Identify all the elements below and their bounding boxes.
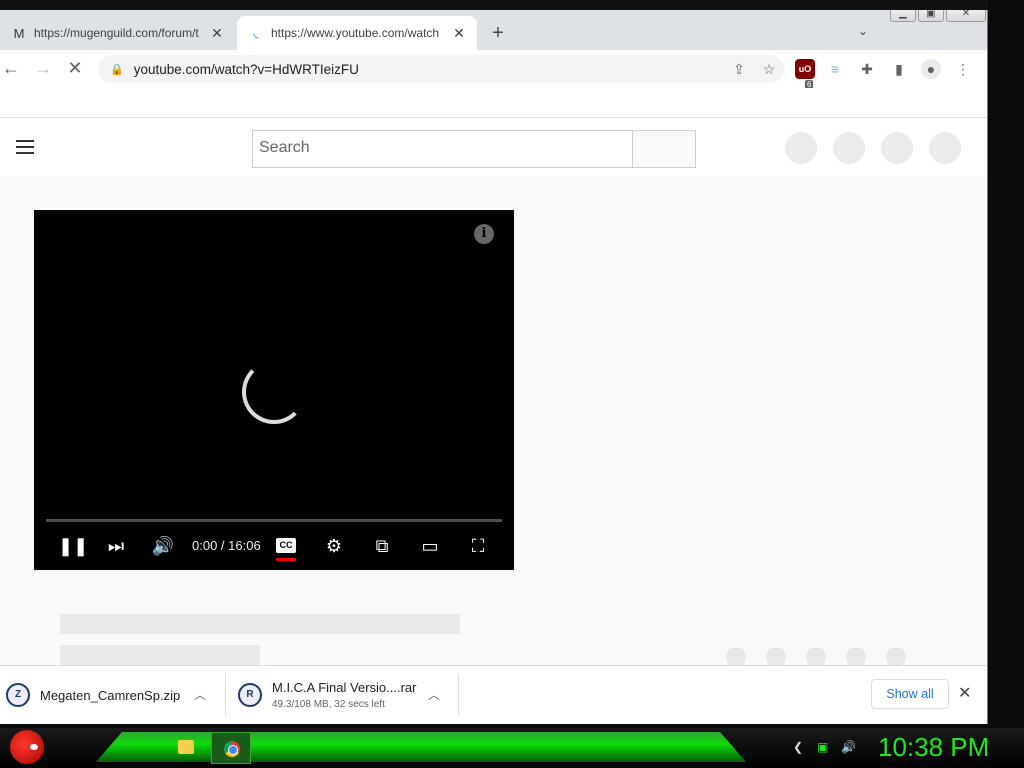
volume-icon[interactable]: 🔊 xyxy=(841,740,856,754)
download-item[interactable]: Z Megaten_CamrenSp.zip ︿ xyxy=(6,674,216,716)
close-shelf-icon[interactable]: ✕ xyxy=(958,683,971,703)
new-tab-button[interactable]: + xyxy=(486,22,510,46)
tab-search-chevron-icon[interactable]: ⌄ xyxy=(858,24,868,38)
minimize-button[interactable]: ▁ xyxy=(890,10,916,22)
clock[interactable]: 10:38 PM xyxy=(878,732,989,763)
desktop-background-edge xyxy=(988,0,1024,728)
browser-toolbar: ← → ✕ 🔒 youtube.com/watch?v=HdWRTIeizFU … xyxy=(0,50,987,88)
hamburger-menu-icon[interactable] xyxy=(16,140,34,154)
placeholder-icon xyxy=(881,132,913,164)
miniplayer-button[interactable]: ⧉ xyxy=(370,534,394,558)
volume-button[interactable]: 🔊 xyxy=(151,534,175,558)
folder-icon[interactable] xyxy=(178,740,194,754)
window-controls: ▁ ▣ ✕ xyxy=(890,10,986,26)
menu-kebab-icon[interactable]: ⋮ xyxy=(953,59,973,79)
fullscreen-button[interactable]: ⛶ xyxy=(466,534,490,558)
address-bar[interactable]: 🔒 youtube.com/watch?v=HdWRTIeizFU ⇪ ☆ xyxy=(98,55,784,83)
tab-title: https://mugenguild.com/forum/t xyxy=(34,26,199,40)
subtitles-button[interactable]: CC xyxy=(276,538,296,553)
youtube-page: Search i ❚❚ ⏭ 🔊 0:00 / 16:06 CC ⚙ ⧉ ▭ ⛶ xyxy=(0,119,987,667)
extensions-puzzle-icon[interactable]: ✚ xyxy=(857,59,877,79)
player-controls: ❚❚ ⏭ 🔊 0:00 / 16:06 CC ⚙ ⧉ ▭ ⛶ xyxy=(34,526,514,566)
extension-flag-icon[interactable]: ≡ xyxy=(825,59,845,79)
loading-spinner-icon: ◟ xyxy=(253,25,259,40)
browser-window: M https://mugenguild.com/forum/t ✕ ◟ htt… xyxy=(0,10,988,724)
download-status: 49.3/108 MB, 32 secs left xyxy=(272,699,385,710)
next-button[interactable]: ⏭ xyxy=(104,534,128,558)
ublock-origin-icon[interactable]: uO xyxy=(795,59,815,79)
theater-mode-button[interactable]: ▭ xyxy=(418,534,442,558)
placeholder-icon xyxy=(846,647,866,667)
lock-icon[interactable]: 🔒 xyxy=(110,63,124,76)
chevron-up-icon[interactable]: ︿ xyxy=(428,686,440,703)
chrome-taskbar-button[interactable] xyxy=(211,732,251,764)
settings-gear-icon[interactable]: ⚙ xyxy=(322,534,346,558)
placeholder-icon xyxy=(766,647,786,667)
tray-arrow-icon[interactable]: ❮ xyxy=(793,740,803,754)
progress-bar[interactable] xyxy=(46,519,502,522)
placeholder-icon xyxy=(726,647,746,667)
placeholder-icon xyxy=(785,132,817,164)
tab-youtube[interactable]: ◟ https://www.youtube.com/watch ✕ xyxy=(237,16,477,50)
placeholder-icon xyxy=(806,647,826,667)
placeholder-avatar-icon xyxy=(929,132,961,164)
time-display: 0:00 / 16:06 xyxy=(192,538,261,553)
separator xyxy=(225,674,226,716)
tab-title: https://www.youtube.com/watch xyxy=(271,26,440,40)
subtitles-active-indicator xyxy=(276,558,296,561)
close-window-button[interactable]: ✕ xyxy=(945,10,986,22)
tab-strip: M https://mugenguild.com/forum/t ✕ ◟ htt… xyxy=(0,10,987,50)
show-all-button[interactable]: Show all xyxy=(871,679,949,709)
bookmark-star-icon[interactable]: ☆ xyxy=(754,61,784,78)
forward-button[interactable]: → xyxy=(32,58,54,80)
pause-button[interactable]: ❚❚ xyxy=(58,534,88,558)
close-tab-icon[interactable]: ✕ xyxy=(451,25,467,42)
start-button-angry-bird-icon[interactable] xyxy=(10,730,44,764)
separator xyxy=(458,674,459,716)
share-icon[interactable]: ⇪ xyxy=(724,61,754,78)
placeholder-icon xyxy=(886,647,906,667)
url-text[interactable]: youtube.com/watch?v=HdWRTIeizFU xyxy=(134,62,724,77)
profile-avatar-icon[interactable]: ● xyxy=(921,59,941,79)
stop-button[interactable]: ✕ xyxy=(64,58,86,80)
download-name: M.I.C.A Final Versio....rar xyxy=(272,680,417,695)
maximize-button[interactable]: ▣ xyxy=(917,10,944,22)
subtitle-skeleton xyxy=(60,645,260,665)
network-icon[interactable]: ▣ xyxy=(817,740,828,754)
desktop-background xyxy=(0,0,1024,10)
taskbar: ❮ ▣ 🔊 10:38 PM xyxy=(0,728,1024,768)
zip-file-icon: Z xyxy=(6,683,30,707)
loading-spinner-icon xyxy=(242,360,306,424)
youtube-header: Search xyxy=(0,119,987,177)
chevron-up-icon[interactable]: ︿ xyxy=(194,686,206,703)
bookmarks-bar xyxy=(0,88,987,118)
search-button[interactable] xyxy=(632,130,696,168)
placeholder-icon xyxy=(833,132,865,164)
back-button[interactable]: ← xyxy=(0,58,22,80)
rar-file-icon: R xyxy=(238,683,262,707)
info-icon[interactable]: i xyxy=(474,224,494,244)
download-item[interactable]: R M.I.C.A Final Versio....rar 49.3/108 M… xyxy=(238,674,448,716)
title-skeleton xyxy=(60,614,460,634)
chrome-icon xyxy=(224,741,240,757)
side-panel-icon[interactable]: ▮ xyxy=(889,59,909,79)
search-input[interactable]: Search xyxy=(252,130,633,168)
download-shelf: Z Megaten_CamrenSp.zip ︿ R M.I.C.A Final… xyxy=(0,665,987,723)
close-tab-icon[interactable]: ✕ xyxy=(209,25,225,42)
download-name: Megaten_CamrenSp.zip xyxy=(40,687,181,703)
tab-mugenguild[interactable]: M https://mugenguild.com/forum/t ✕ xyxy=(0,16,235,50)
mugenguild-favicon-icon: M xyxy=(13,25,25,41)
video-player[interactable]: i ❚❚ ⏭ 🔊 0:00 / 16:06 CC ⚙ ⧉ ▭ ⛶ xyxy=(34,210,514,570)
